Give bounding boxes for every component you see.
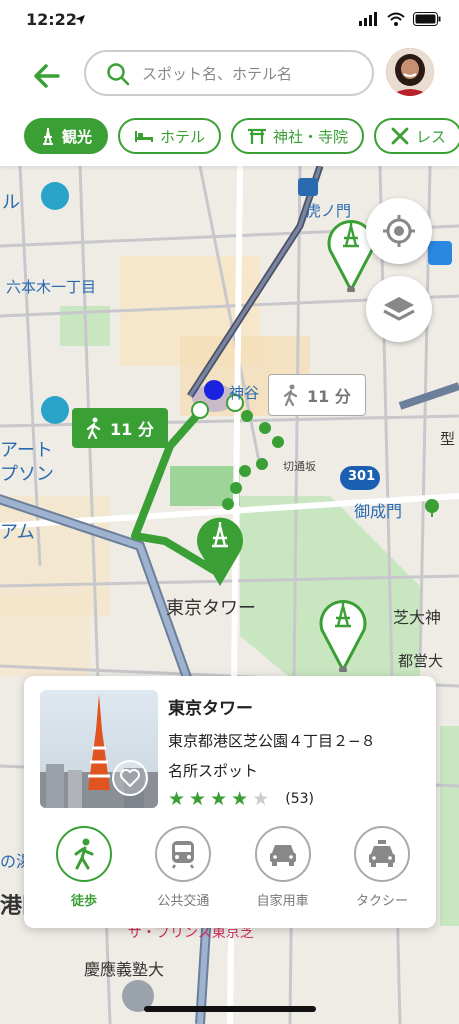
map-label: 慶應義塾大 <box>84 960 165 979</box>
map-label: 六本木一丁目 <box>6 278 97 296</box>
star-empty-icon: ★ <box>252 788 270 810</box>
map-label: 御成門 <box>354 502 403 521</box>
signal-icon <box>359 12 377 26</box>
chip-restaurant[interactable]: レス <box>374 118 459 154</box>
chip-shrine[interactable]: 神社・寺院 <box>231 118 365 154</box>
bed-icon <box>135 131 154 142</box>
map-label: 切通坂 <box>283 460 316 473</box>
star-icon: ★ <box>231 788 249 810</box>
rating-stars: ★ ★ ★ ★ ★ (53) <box>168 788 314 810</box>
location-arrow-icon <box>75 15 85 25</box>
status-icons <box>359 12 441 26</box>
map-label: アート <box>0 440 53 461</box>
place-title: 東京タワー <box>168 699 253 719</box>
map-label: 都営大 <box>398 652 444 670</box>
layers-icon <box>383 297 415 321</box>
map-label: アム <box>0 522 35 543</box>
chip-sightseeing[interactable]: 観光 <box>24 118 109 154</box>
walk-icon <box>283 384 298 406</box>
tree-icon <box>425 499 439 517</box>
status-bar: 12:22 <box>0 0 459 44</box>
heart-icon <box>120 769 140 787</box>
walk-icon <box>86 417 101 439</box>
crosshair-icon <box>383 215 415 247</box>
map-label: 芝大神 <box>393 608 442 627</box>
place-address: 東京都港区芝公園４丁目２−８ <box>168 732 376 750</box>
tokyo-tower-pin-icon[interactable] <box>194 512 246 588</box>
place-category: 名所スポット <box>168 762 259 780</box>
star-icon: ★ <box>168 788 186 810</box>
torii-icon <box>248 128 267 144</box>
search-input[interactable]: スポット名、ホテル名 <box>84 50 374 96</box>
search-placeholder: スポット名、ホテル名 <box>142 65 293 83</box>
mode-car-button[interactable]: 自家用車 <box>237 826 329 909</box>
map-label: 神谷 <box>229 384 260 402</box>
mode-taxi-button[interactable]: タクシー <box>336 826 428 909</box>
walk-time-badge-alt[interactable]: 11 分 <box>268 374 366 416</box>
search-icon <box>107 63 130 86</box>
place-card[interactable]: 東京タワー 東京都港区芝公園４丁目２−８ 名所スポット ★ ★ ★ ★ ★ (5… <box>24 676 436 928</box>
sight-pin-icon[interactable] <box>318 590 368 672</box>
home-indicator[interactable] <box>144 1006 316 1012</box>
review-count: (53) <box>285 791 314 807</box>
category-chips: 観光 ホテル 神社・寺院 レス <box>24 118 459 154</box>
car-icon <box>269 845 296 866</box>
chip-hotel[interactable]: ホテル <box>118 118 222 154</box>
map-label: プソン <box>0 464 54 485</box>
my-location-button[interactable] <box>366 198 432 264</box>
favorite-button[interactable] <box>112 760 148 796</box>
transport-modes: 徒歩 公共交通 自家用車 タクシー <box>38 826 428 909</box>
walk-icon <box>74 838 94 870</box>
place-photo[interactable] <box>40 690 158 808</box>
tower-icon <box>43 128 53 145</box>
mode-walk-button[interactable]: 徒歩 <box>38 826 130 909</box>
map-label: 型 <box>440 430 456 448</box>
wifi-icon <box>387 12 405 26</box>
mode-transit-button[interactable]: 公共交通 <box>137 826 229 909</box>
back-arrow-icon[interactable] <box>28 58 68 94</box>
map-label: ル <box>2 192 20 213</box>
map-label-tokyo-tower: 東京タワー <box>166 598 256 619</box>
route-number: 301 <box>348 469 376 484</box>
walk-time-badge-active[interactable]: 11 分 <box>72 408 168 448</box>
cutlery-icon <box>391 127 409 145</box>
train-icon <box>172 841 195 869</box>
taxi-icon <box>368 840 395 867</box>
star-icon: ★ <box>189 788 207 810</box>
user-avatar[interactable] <box>386 48 434 96</box>
status-time: 12:22 <box>26 10 77 29</box>
header: スポット名、ホテル名 観光 ホテル 神社・寺院 レス <box>0 44 459 166</box>
star-icon: ★ <box>210 788 228 810</box>
map-layers-button[interactable] <box>366 276 432 342</box>
battery-icon <box>413 12 441 26</box>
